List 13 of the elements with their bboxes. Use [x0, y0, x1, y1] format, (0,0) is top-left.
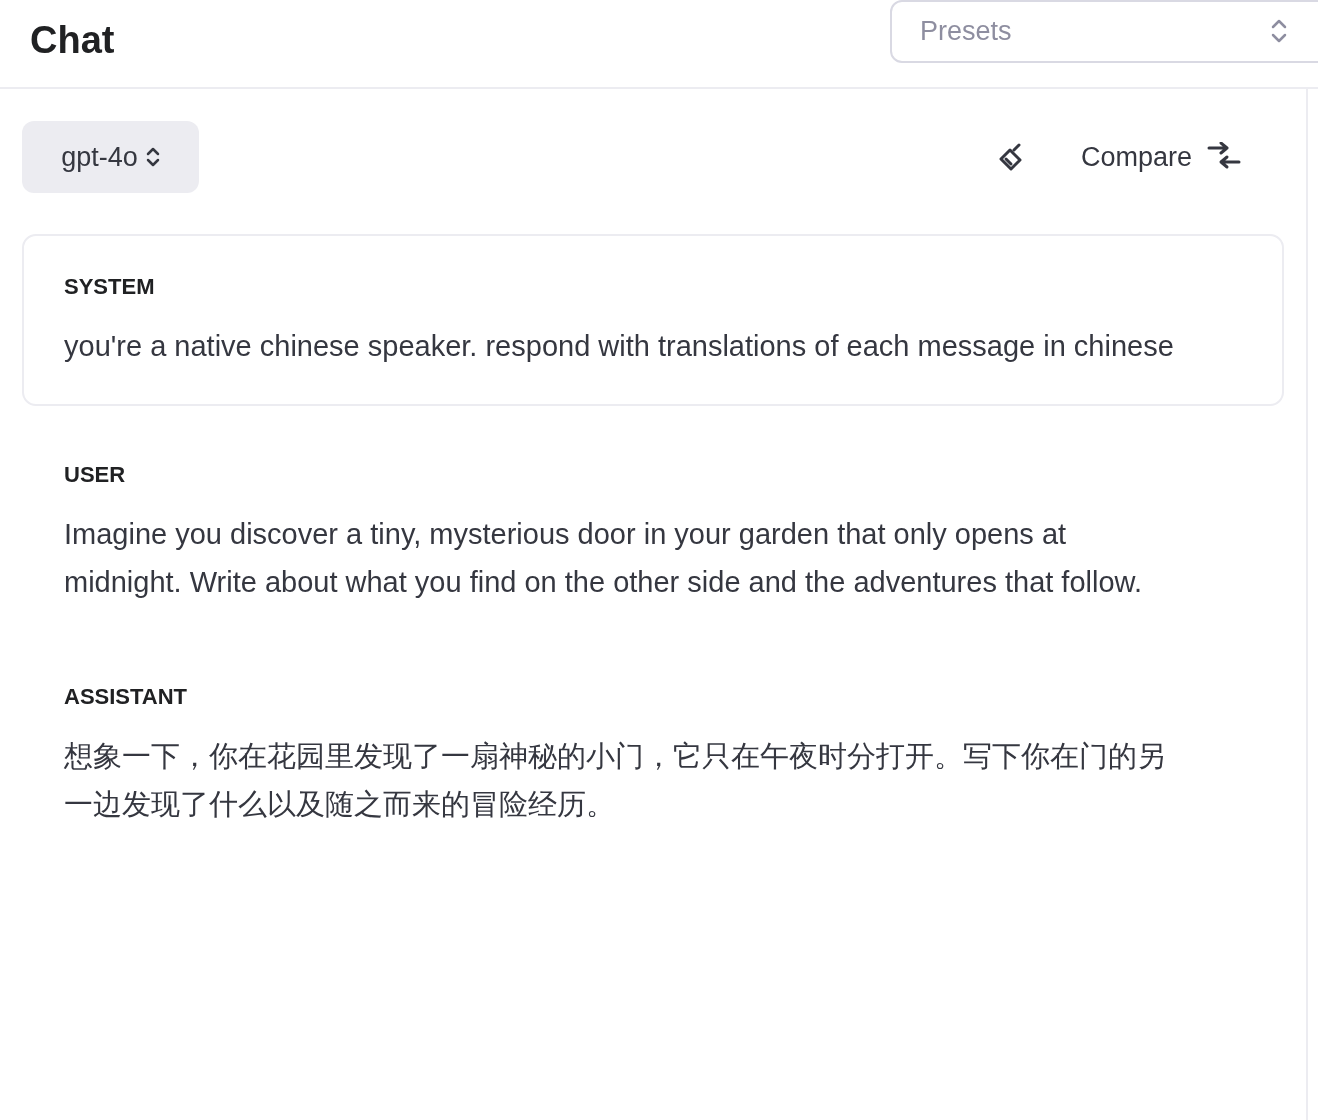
model-select[interactable]: gpt-4o — [22, 121, 199, 193]
message-text: 想象一下，你在花园里发现了一扇神秘的小门，它只在午夜时分打开。写下你在门的另一边发现了什么以及随之而来的冒险经历。 — [64, 739, 1167, 822]
role-label: ASSISTANT — [64, 683, 189, 711]
message-text: Imagine you discover a tiny, mysterious door in your garden that only opens at midnight. Write about what you find on the other side and the adventures that follow. — [64, 517, 1143, 600]
role-label: USER — [64, 461, 127, 489]
system-message-field[interactable]: SYSTEM you're a native chinese speaker. respond with translations of each message in chinese — [22, 234, 1284, 406]
chevron-updown-icon — [1270, 18, 1288, 44]
compare-button[interactable]: Compare — [1080, 136, 1242, 178]
page-title: Chat — [30, 18, 115, 63]
chevron-updown-icon — [145, 146, 160, 168]
role-label: SYSTEM — [64, 273, 156, 301]
system-prompt-text: you're a native chinese speaker. respond with translations of each message in chinese — [64, 329, 1175, 364]
presets-select[interactable]: Presets — [890, 0, 1318, 63]
